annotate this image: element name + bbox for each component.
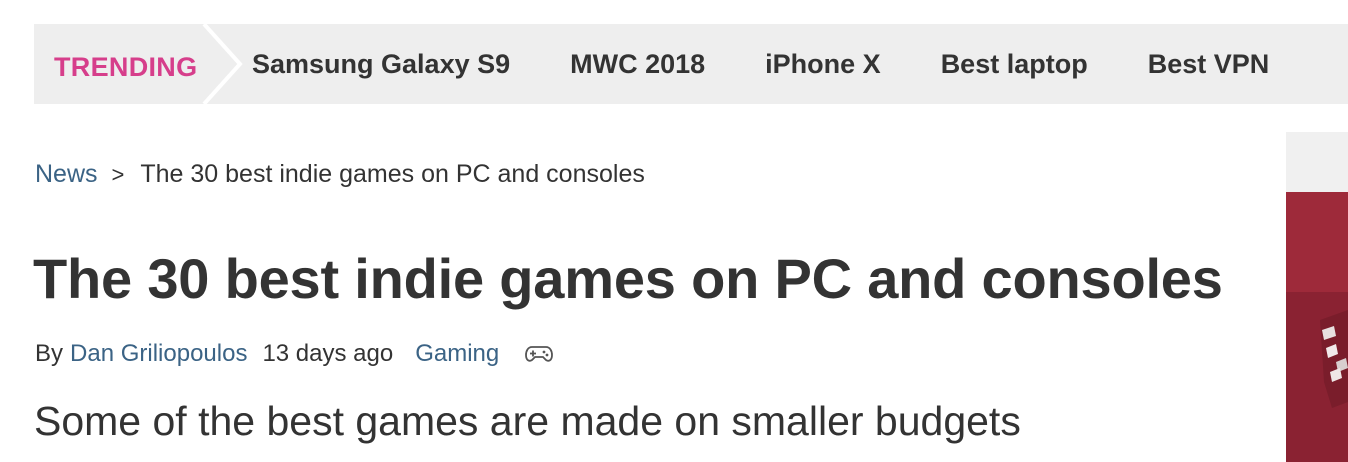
trending-link-samsung-galaxy-s9[interactable]: Samsung Galaxy S9 <box>252 49 510 80</box>
published-date: 13 days ago <box>262 340 394 367</box>
breadcrumb-separator: > <box>111 161 125 187</box>
side-featured-image[interactable] <box>1286 192 1348 462</box>
trending-link-best-vpn[interactable]: Best VPN <box>1148 49 1270 80</box>
trending-label: TRENDING <box>54 52 198 82</box>
article-title: The 30 best indie games on PC and consol… <box>33 247 1223 310</box>
side-image-graphic <box>1286 192 1348 462</box>
byline: By Dan Griliopoulos 13 days ago Gaming <box>35 340 554 368</box>
breadcrumb-current: The 30 best indie games on PC and consol… <box>140 160 645 188</box>
chevron-right-icon <box>202 24 243 104</box>
article-strapline: Some of the best games are made on small… <box>34 398 1021 444</box>
trending-link-iphone-x[interactable]: iPhone X <box>765 49 881 80</box>
breadcrumb: News > The 30 best indie games on PC and… <box>35 160 645 189</box>
trending-bar: TRENDING Samsung Galaxy S9 MWC 2018 iPho… <box>34 24 1348 104</box>
category-link[interactable]: Gaming <box>415 340 499 368</box>
gamepad-icon <box>525 346 554 362</box>
page: TRENDING Samsung Galaxy S9 MWC 2018 iPho… <box>0 0 1348 462</box>
trending-links: Samsung Galaxy S9 MWC 2018 iPhone X Best… <box>252 24 1329 104</box>
trending-link-mwc-2018[interactable]: MWC 2018 <box>570 49 705 80</box>
byline-prefix: By <box>35 340 64 367</box>
trending-link-best-laptop[interactable]: Best laptop <box>941 49 1088 80</box>
side-ad-panel <box>1286 132 1348 462</box>
breadcrumb-news-link[interactable]: News <box>35 160 98 189</box>
author-link[interactable]: Dan Griliopoulos <box>70 340 247 368</box>
